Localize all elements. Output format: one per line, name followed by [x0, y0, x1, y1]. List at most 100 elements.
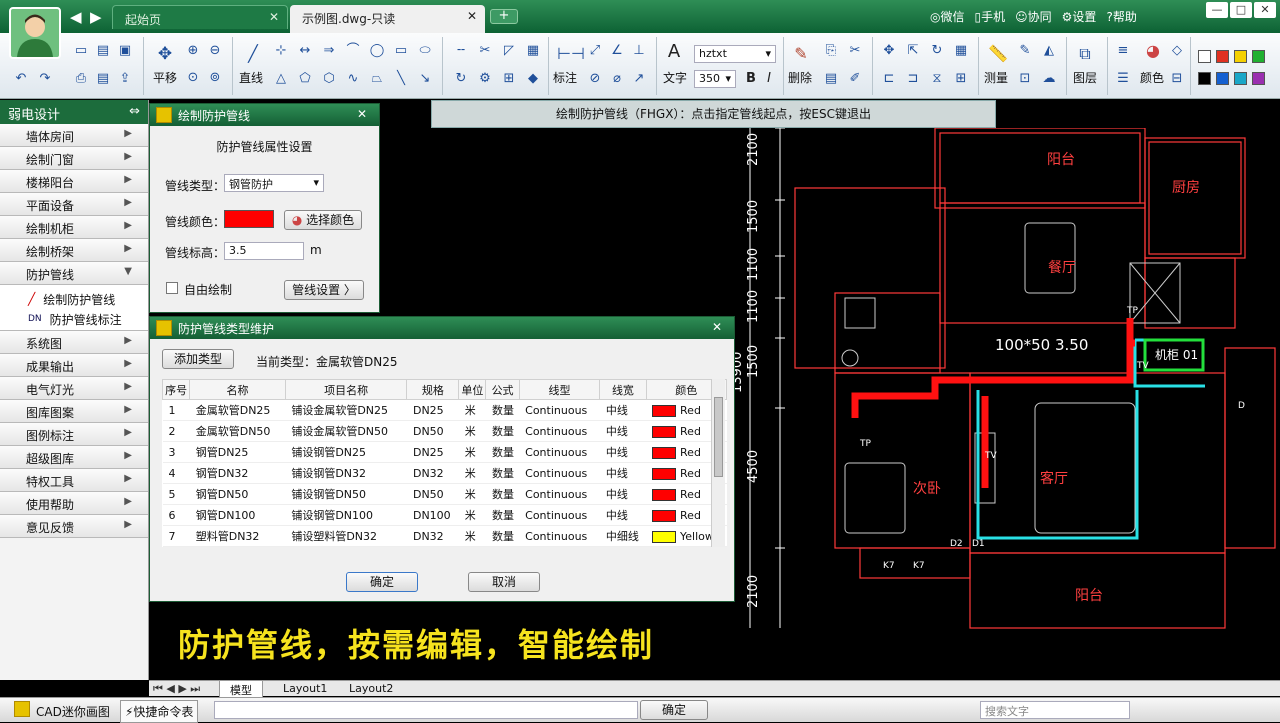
ok-button[interactable]: 确定 — [346, 572, 418, 592]
panel-item[interactable]: 墙体房间 ▶ — [0, 124, 148, 147]
color-label[interactable]: 颜色 — [1140, 69, 1164, 86]
close-icon[interactable]: ✕ — [269, 10, 279, 24]
table-row[interactable]: 1 金属软管DN25 铺设金属软管DN25 DN25 米数量 Continuous 中线 Re… — [162, 399, 727, 421]
color-swatch[interactable] — [1234, 72, 1247, 85]
color-swatch[interactable] — [1198, 50, 1211, 63]
delete-label[interactable]: 删除 — [788, 69, 812, 86]
panel-item[interactable]: 绘制门窗 ▶ — [0, 147, 148, 170]
italic-button[interactable]: I — [760, 70, 778, 88]
aligned-dim-icon[interactable]: ⤢ — [586, 42, 604, 60]
ray-icon[interactable]: ↔ — [296, 42, 314, 60]
eraser-icon[interactable]: ✎ — [792, 45, 810, 63]
panel-item[interactable]: 绘制机柜 ▶ — [0, 216, 148, 239]
column-header[interactable]: 规格 — [406, 379, 460, 400]
undo-icon[interactable]: ↶ — [12, 70, 30, 88]
diagonal-icon[interactable]: ╲ — [392, 70, 410, 88]
column-header[interactable]: 单位 — [458, 379, 487, 400]
pipe-type-select[interactable]: 钢管防护 ▾ — [224, 174, 324, 192]
panel-item[interactable]: 成果输出 ▶ — [0, 354, 148, 377]
text-icon[interactable]: A — [665, 43, 683, 61]
collab-link[interactable]: ☺协同 — [1015, 8, 1052, 25]
tab-start[interactable]: 起始页 ✕ — [112, 5, 288, 29]
text-label[interactable]: 文字 — [663, 69, 687, 86]
diameter-dim-icon[interactable]: ⌀ — [608, 70, 626, 88]
color-swatch[interactable] — [1216, 72, 1229, 85]
scale-icon[interactable]: ⇱ — [904, 42, 922, 60]
rotate-cw-icon[interactable]: ↻ — [928, 42, 946, 60]
table-row[interactable]: 3 钢管DN25 铺设钢管DN25 DN25 米数量 Continuous 中线 Red — [162, 441, 727, 463]
ellipse-icon[interactable]: ⬭ — [416, 42, 434, 60]
close-icon[interactable]: ✕ — [467, 9, 477, 23]
line-label[interactable]: 直线 — [239, 69, 263, 86]
pentagon-icon[interactable]: ⬠ — [296, 70, 314, 88]
layout-nav-icons[interactable]: ⏮ ◀ ▶ ⏭ — [153, 682, 200, 696]
offset-icon[interactable]: ⇒ — [320, 42, 338, 60]
back-icon[interactable]: ◀ — [70, 8, 82, 26]
eraser-small-icon[interactable]: ◇ — [1168, 42, 1186, 60]
arrow-line-icon[interactable]: ↘ — [416, 70, 434, 88]
panel-item[interactable]: 使用帮助 ▶ — [0, 492, 148, 515]
pan-label[interactable]: 平移 — [153, 69, 177, 86]
pencil-icon[interactable]: ✎ — [1016, 42, 1034, 60]
panel-item-expanded[interactable]: 防护管线 ▼ — [0, 262, 148, 285]
radius-dim-icon[interactable]: ⊘ — [586, 70, 604, 88]
cloud-icon[interactable]: ☁ — [1040, 70, 1058, 88]
font-select[interactable]: hztxt ▾ — [694, 45, 776, 63]
fillet-icon[interactable]: ◸ — [500, 42, 518, 60]
maximize-button[interactable]: □ — [1230, 2, 1252, 18]
panel-item[interactable]: 楼梯阳台 ▶ — [0, 170, 148, 193]
break-icon[interactable]: ⊐ — [904, 70, 922, 88]
sub-item-draw-pipe[interactable]: ╱ 绘制防护管线 — [28, 289, 144, 309]
tab-layout2[interactable]: Layout2 — [341, 682, 401, 695]
panel-item[interactable]: 意见反馈 ▶ — [0, 515, 148, 538]
color-swatch[interactable] — [1252, 72, 1265, 85]
spline-icon[interactable]: ∿ — [344, 70, 362, 88]
mirror-icon[interactable]: ⧖ — [928, 70, 946, 88]
table-row[interactable]: 5 钢管DN50 铺设钢管DN50 DN50 米数量 Continuous 中线 Red — [162, 483, 727, 505]
open-folder-icon[interactable]: ▤ — [94, 42, 112, 60]
panel-item[interactable]: 特权工具 ▶ — [0, 469, 148, 492]
add-type-button[interactable]: 添加类型 — [162, 349, 234, 369]
move-icon[interactable]: ✥ — [880, 42, 898, 60]
color-swatch[interactable] — [1234, 50, 1247, 63]
column-header[interactable]: 线宽 — [599, 379, 647, 400]
rectangle-icon[interactable]: ▭ — [392, 42, 410, 60]
column-header[interactable]: 线型 — [518, 379, 601, 400]
column-header[interactable]: 名称 — [189, 379, 286, 400]
table-row[interactable]: 4 钢管DN32 铺设钢管DN32 DN32 米数量 Continuous 中线 Red — [162, 462, 727, 484]
polyline-icon[interactable]: ⊹ — [272, 42, 290, 60]
locate-icon[interactable]: ⊡ — [1016, 70, 1034, 88]
panel-item[interactable]: 图例标注 ▶ — [0, 423, 148, 446]
block-icon[interactable]: ⊞ — [952, 70, 970, 88]
pipe-height-input[interactable]: 3.5 — [224, 242, 304, 260]
zoom-window-icon[interactable]: ⊙ — [184, 69, 202, 87]
settings-link[interactable]: ⚙设置 — [1062, 8, 1097, 25]
font-size-select[interactable]: 350 ▾ — [694, 70, 736, 88]
stretch-icon[interactable]: ⊏ — [880, 70, 898, 88]
command-input[interactable] — [214, 701, 638, 719]
trapezoid-icon[interactable]: ⏢ — [368, 70, 386, 88]
measure-label[interactable]: 测量 — [984, 69, 1008, 86]
line-icon[interactable]: ╱ — [244, 45, 262, 63]
table-row[interactable]: 2 金属软管DN50 铺设金属软管DN50 DN50 米数量 Continuous 中线 Re… — [162, 420, 727, 442]
panel-item[interactable]: 系统图 ▶ — [0, 331, 148, 354]
ruler-icon[interactable]: 📏 — [988, 45, 1008, 63]
color-swatch[interactable] — [1198, 72, 1211, 85]
forward-icon[interactable]: ▶ — [90, 8, 102, 26]
redo-icon[interactable]: ↷ — [36, 70, 54, 88]
pipe-settings-button[interactable]: 管线设置 〉 — [284, 280, 364, 300]
zoom-in-icon[interactable]: ⊕ — [184, 42, 202, 60]
continuous-dim-icon[interactable]: ⊥ — [630, 42, 648, 60]
search-text-input[interactable]: 搜索文字 — [980, 701, 1130, 719]
copy-icon[interactable]: ⎘ — [822, 42, 840, 60]
tab-layout1[interactable]: Layout1 — [275, 682, 335, 695]
export-icon[interactable]: ⇪ — [116, 70, 134, 88]
color-swatch[interactable] — [1252, 50, 1265, 63]
column-header[interactable]: 项目名称 — [284, 379, 408, 400]
zoom-extents-icon[interactable]: ⊚ — [206, 69, 224, 87]
table-row[interactable]: 7 塑料管DN32 铺设塑料管DN32 DN32 米数量 Continuous 中细线 Yel… — [162, 525, 727, 547]
panel-item[interactable]: 绘制桥架 ▶ — [0, 239, 148, 262]
quick-commands-button[interactable]: ⚡快捷命令表 — [120, 700, 199, 723]
column-header[interactable]: 序号 — [161, 379, 191, 400]
close-window-button[interactable]: ✕ — [1254, 2, 1276, 18]
